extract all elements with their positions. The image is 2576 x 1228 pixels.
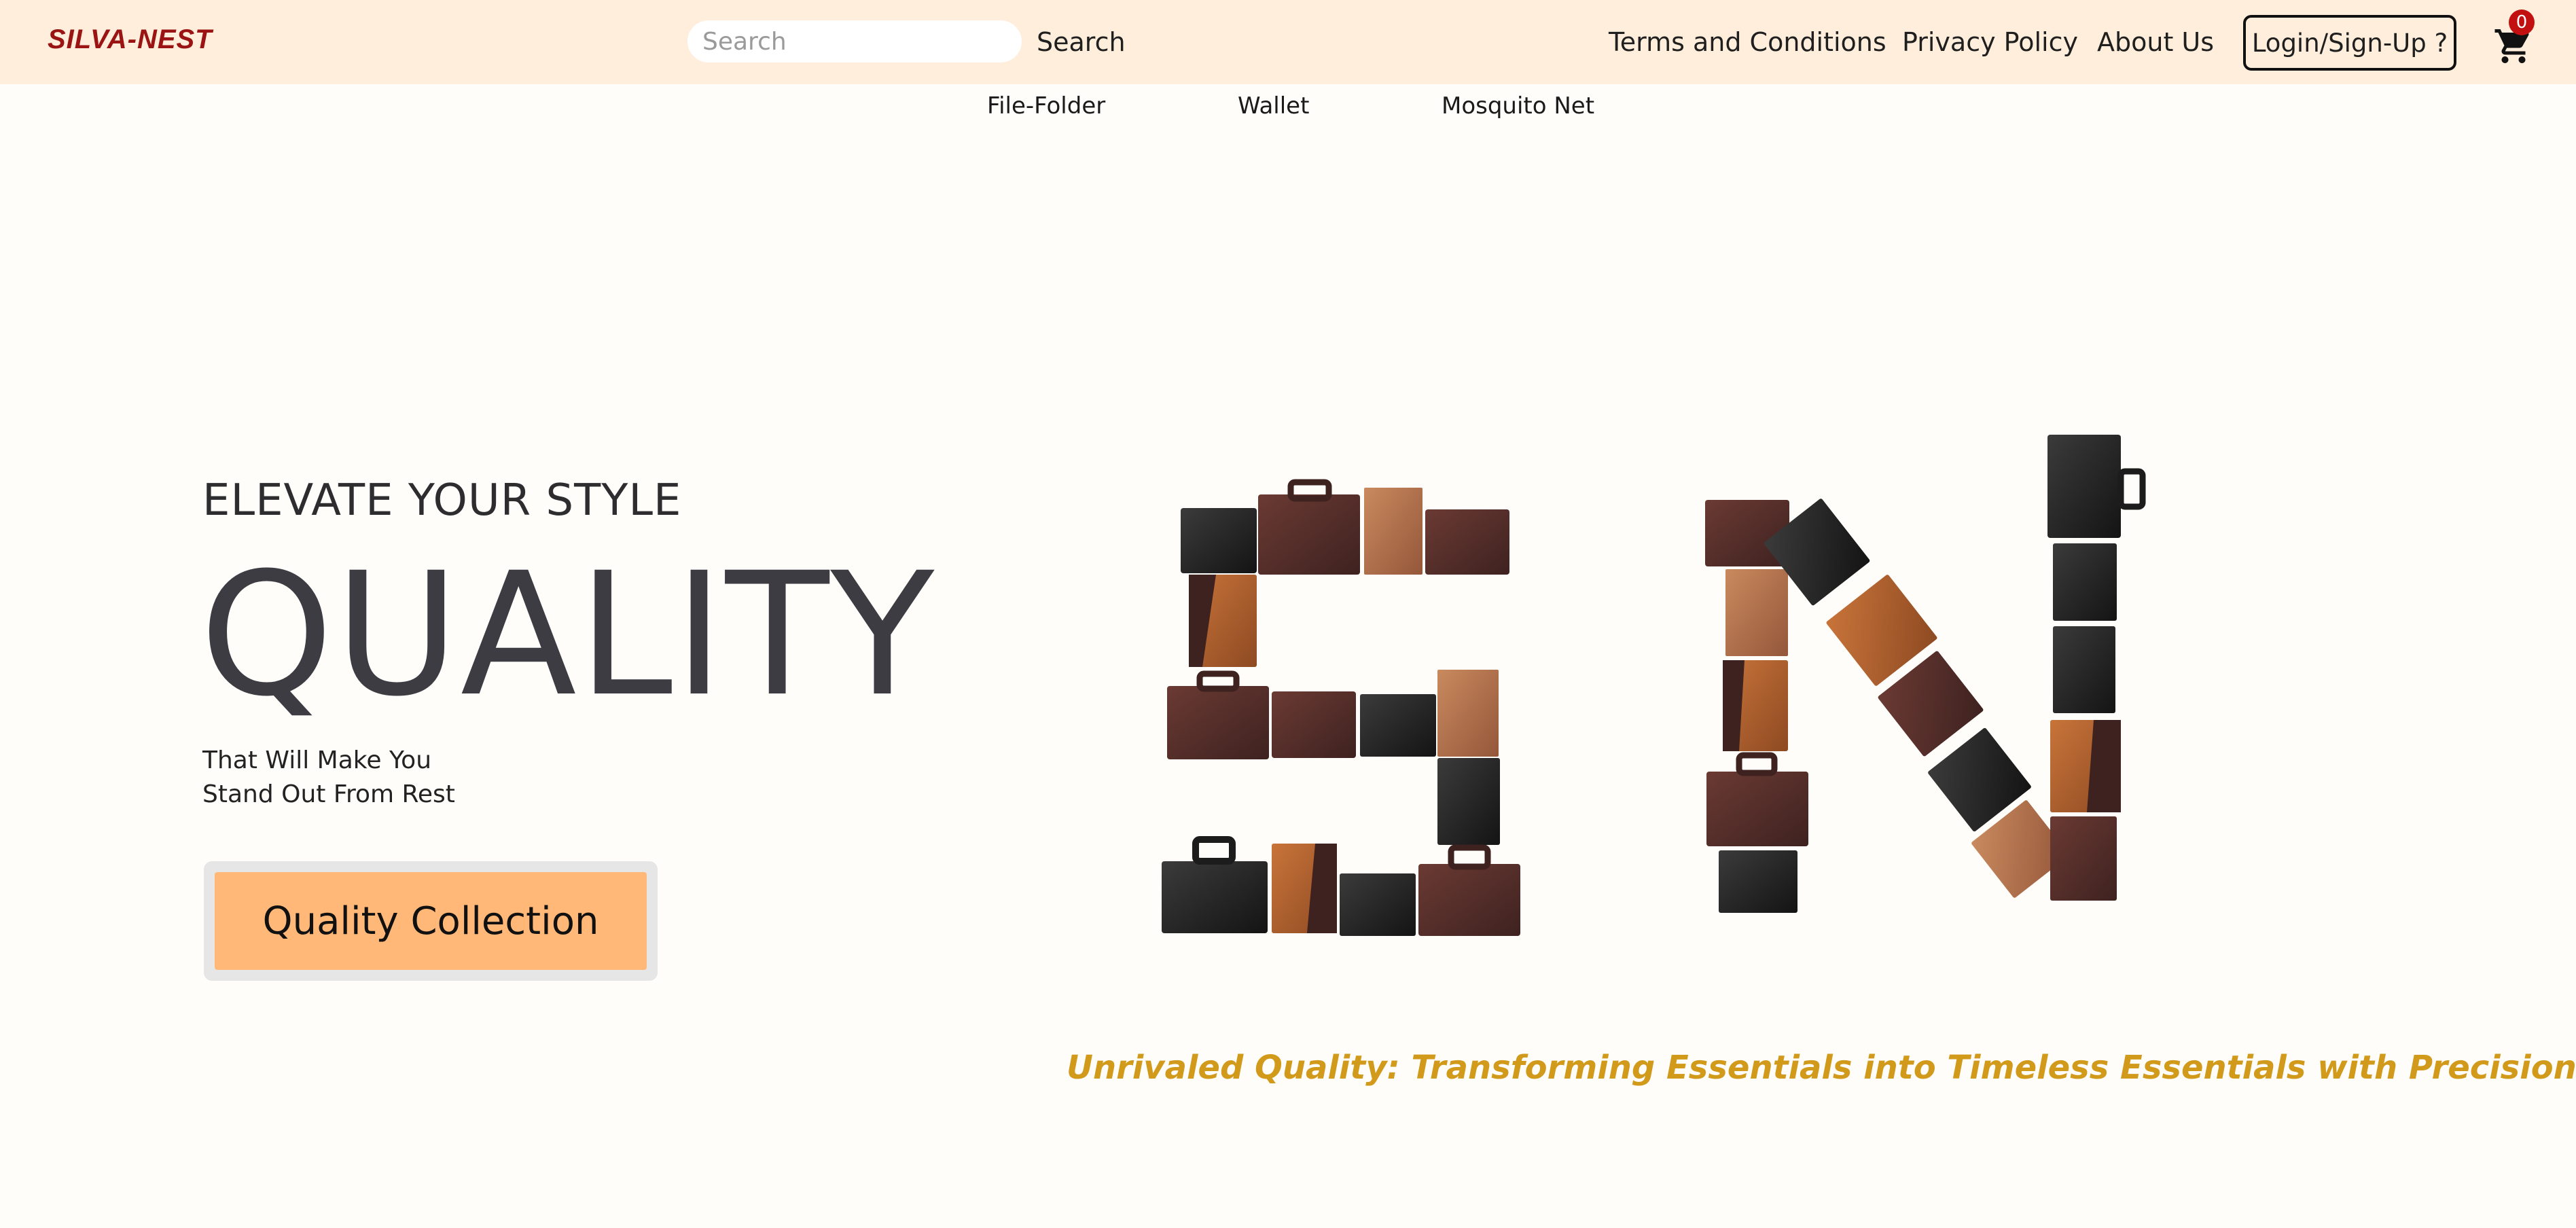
cart-count-badge: 0 xyxy=(2509,10,2535,35)
hero-subtitle-line-1: That Will Make You xyxy=(202,746,432,774)
brand-logo[interactable]: SILVA-NEST xyxy=(48,24,213,55)
quality-collection-button[interactable]: Quality Collection xyxy=(215,872,647,970)
hero-tagline: Unrivaled Quality: Transforming Essentia… xyxy=(1067,1049,2576,1087)
nav-link-about[interactable]: About Us xyxy=(2097,27,2214,57)
nav-link-terms[interactable]: Terms and Conditions xyxy=(1609,27,1886,57)
hero-title: QUALITY xyxy=(200,536,936,734)
search-button[interactable]: Search xyxy=(1037,27,1126,57)
category-file-folder[interactable]: File-Folder xyxy=(987,92,1105,120)
hero-subtitle-line-2: Stand Out From Rest xyxy=(202,780,455,808)
hero-kicker: ELEVATE YOUR STYLE xyxy=(202,475,682,526)
search-input[interactable] xyxy=(687,20,1022,62)
login-signup-button[interactable]: Login/Sign-Up ? xyxy=(2243,15,2456,71)
hero-subtitle: That Will Make You Stand Out From Rest xyxy=(202,744,610,812)
category-mosquito-net[interactable]: Mosquito Net xyxy=(1442,92,1594,120)
category-wallet[interactable]: Wallet xyxy=(1238,92,1309,120)
hero-product-collage xyxy=(1162,435,2146,936)
nav-link-privacy[interactable]: Privacy Policy xyxy=(1902,27,2078,57)
navbar: SILVA-NEST Search Terms and Conditions P… xyxy=(0,0,2576,84)
